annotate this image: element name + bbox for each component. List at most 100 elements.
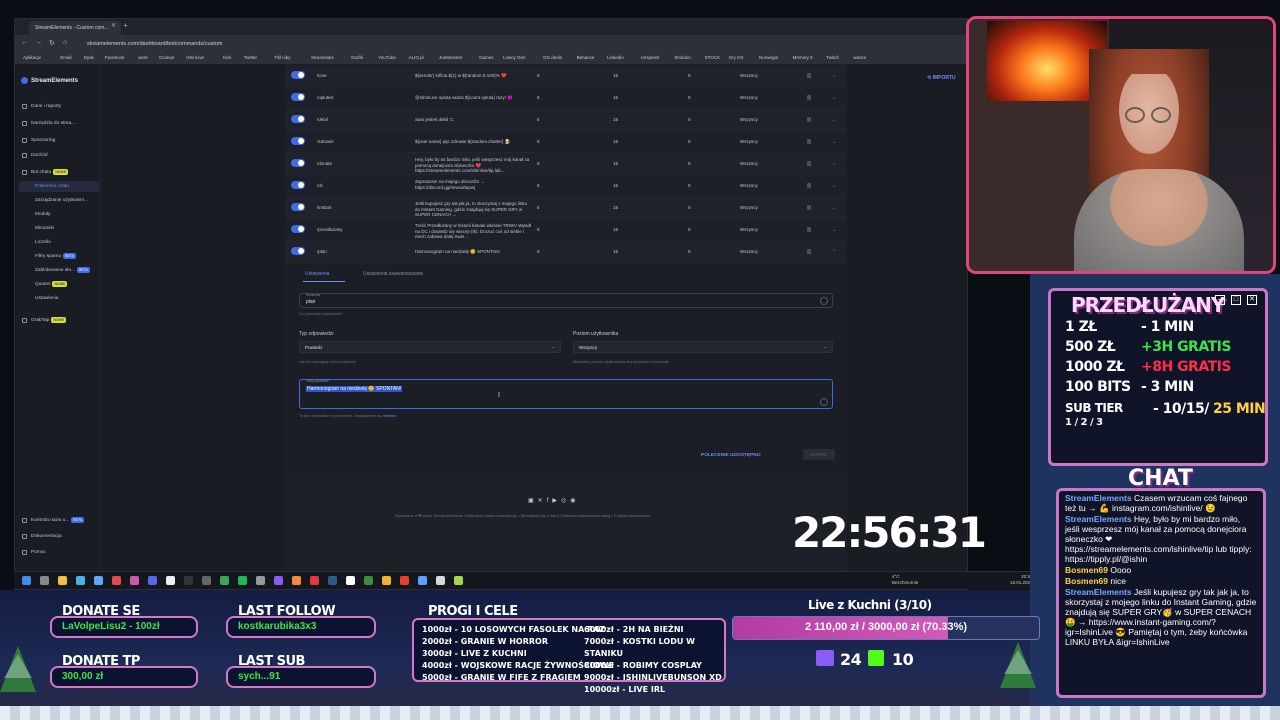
- chrome-icon[interactable]: [382, 576, 391, 585]
- bookmark-item[interactable]: Unsplash: [641, 55, 660, 60]
- bookmark-item[interactable]: Tikł niby: [274, 55, 290, 60]
- forward-icon[interactable]: →: [35, 39, 42, 46]
- brand-logo[interactable]: StreamElements: [21, 77, 78, 84]
- bookmark-item[interactable]: Games: [479, 55, 494, 60]
- bookmark-item[interactable]: Grafik: [351, 55, 363, 60]
- sidebar-item[interactable]: Dochód: [19, 150, 99, 161]
- chevron-down-icon[interactable]: ⌄: [832, 153, 836, 175]
- url-field[interactable]: streamelements.com/dashboard/bot/command…: [87, 39, 887, 50]
- bookmark-item[interactable]: Memory 5: [793, 55, 813, 60]
- sidebar-item[interactable]: Dane i raporty: [19, 101, 99, 112]
- sidebar-item[interactable]: Ustawienia: [19, 293, 99, 304]
- sidebar-item[interactable]: Polecenia czatu: [19, 181, 99, 192]
- command-row[interactable]: !donate Hey, było by mi bardzo miło, jeśl…: [285, 153, 847, 175]
- bookmark-item[interactable]: Lowcy Gier: [503, 55, 526, 60]
- spotify-icon[interactable]: [238, 576, 247, 585]
- store-icon[interactable]: [76, 576, 85, 585]
- app-icon[interactable]: [418, 576, 427, 585]
- bookmark-item[interactable]: IshinLive: [186, 55, 204, 60]
- app-icon[interactable]: [112, 576, 121, 585]
- steam-icon[interactable]: [328, 576, 337, 585]
- bookmark-item[interactable]: Linkedin: [607, 55, 624, 60]
- weather-widget[interactable]: 4°C Bezchmurnie: [892, 574, 918, 586]
- command-toggle[interactable]: [291, 71, 305, 79]
- bookmark-item[interactable]: wasze: [853, 55, 866, 60]
- new-tab-icon[interactable]: +: [123, 21, 128, 30]
- bookmark-item[interactable]: Twitch: [826, 55, 839, 60]
- trash-icon[interactable]: [807, 95, 811, 100]
- app-icon[interactable]: [346, 576, 355, 585]
- command-row[interactable]: !love ${sender} loffcia ${1} w ${random.0…: [285, 65, 847, 87]
- command-toggle[interactable]: [291, 115, 305, 123]
- sidebar-item[interactable]: Kontrola nazw u... BETA: [19, 515, 99, 526]
- trash-icon[interactable]: [807, 161, 811, 166]
- trash-icon[interactable]: [807, 183, 811, 188]
- app-icon[interactable]: [292, 576, 301, 585]
- sidebar-item[interactable]: GrabTap NOWE: [19, 315, 99, 326]
- sidebar-item[interactable]: Sponsoring: [19, 135, 99, 146]
- twitch-icon[interactable]: [274, 576, 283, 585]
- command-toggle[interactable]: [291, 93, 305, 101]
- sidebar-item[interactable]: Zarządzanie użytkowni...: [19, 195, 99, 206]
- tab-settings[interactable]: Ustawienia: [305, 271, 329, 277]
- trash-icon[interactable]: [807, 139, 811, 144]
- bookmark-item[interactable]: STOCK: [705, 55, 720, 60]
- command-toggle[interactable]: [291, 247, 305, 255]
- sidebar-item[interactable]: Minutniki: [19, 223, 99, 234]
- app-icon[interactable]: [94, 576, 103, 585]
- emoji-picker-icon[interactable]: [820, 297, 828, 305]
- share-command-button[interactable]: POLECENIE UDOSTĘPNIJ: [701, 453, 761, 458]
- bookmark-item[interactable]: Kick: [223, 55, 232, 60]
- bookmark-item[interactable]: Norwegia: [759, 55, 778, 60]
- file-explorer-icon[interactable]: [58, 576, 67, 585]
- bookmark-item[interactable]: Facebook: [105, 55, 125, 60]
- sidebar-item[interactable]: Pomoc: [19, 547, 99, 558]
- instagram-icon[interactable]: ◎: [561, 498, 570, 504]
- app-icon[interactable]: [202, 576, 211, 585]
- chevron-up-icon[interactable]: ⌃: [832, 241, 836, 263]
- app-icon[interactable]: [166, 576, 175, 585]
- emoji-picker-icon[interactable]: [820, 398, 828, 406]
- home-icon[interactable]: ⌂: [63, 39, 67, 46]
- response-textarea[interactable]: Twój odpowiedź Harmonogram na niedzielę …: [299, 379, 833, 409]
- command-toggle[interactable]: [291, 225, 305, 233]
- youtube-icon[interactable]: ▶: [552, 498, 561, 504]
- bookmark-item[interactable]: Twitter: [244, 55, 257, 60]
- command-toggle[interactable]: [291, 137, 305, 145]
- discord-icon[interactable]: ◉: [570, 498, 579, 504]
- command-toggle[interactable]: [291, 203, 305, 211]
- app-icon[interactable]: [130, 576, 139, 585]
- bookmark-item[interactable]: Behance: [577, 55, 595, 60]
- chevron-down-icon[interactable]: ⌄: [832, 65, 836, 87]
- trash-icon[interactable]: [807, 117, 811, 122]
- xbox-icon[interactable]: [220, 576, 229, 585]
- bookmark-item[interactable]: Shindon: [674, 55, 691, 60]
- bookmark-item[interactable]: work: [138, 55, 148, 60]
- command-row[interactable]: !instant Jeśli kupujesz gry tak jak ja, t…: [285, 197, 847, 219]
- chevron-down-icon[interactable]: ⌄: [832, 131, 836, 153]
- command-toggle[interactable]: [291, 159, 305, 167]
- response-type-select[interactable]: Powiedz ⌄: [299, 341, 561, 353]
- trash-icon[interactable]: [807, 249, 811, 254]
- trash-icon[interactable]: [807, 205, 811, 210]
- app-icon[interactable]: [310, 576, 319, 585]
- bookmark-item[interactable]: GG.deals: [543, 55, 562, 60]
- sidebar-item[interactable]: Liczniki: [19, 237, 99, 248]
- bookmark-item[interactable]: Gmail: [60, 55, 72, 60]
- command-row[interactable]: !debil Sam jesteś debil :C 5 15 0 Wszyscy ⌄: [285, 109, 847, 131]
- search-icon[interactable]: [40, 576, 49, 585]
- user-level-select[interactable]: Wszyscy ⌄: [573, 341, 833, 353]
- app-icon[interactable]: [400, 576, 409, 585]
- app-icon[interactable]: [454, 576, 463, 585]
- bookmark-item[interactable]: ALIO.pl: [409, 55, 424, 60]
- chevron-down-icon[interactable]: ⌄: [832, 109, 836, 131]
- chevron-down-icon[interactable]: ⌄: [832, 87, 836, 109]
- sidebar-item[interactable]: Filtry spamu BETA: [19, 251, 99, 262]
- twitch-icon[interactable]: ▣: [528, 498, 538, 504]
- bookmark-item[interactable]: Gry tmt: [729, 55, 744, 60]
- trash-icon[interactable]: [807, 73, 811, 78]
- bookmark-item[interactable]: Dysk: [84, 55, 94, 60]
- browser-tab[interactable]: StreamElements - Custom com...: [29, 21, 121, 35]
- command-toggle[interactable]: [291, 181, 305, 189]
- chevron-down-icon[interactable]: ⌄: [832, 175, 836, 197]
